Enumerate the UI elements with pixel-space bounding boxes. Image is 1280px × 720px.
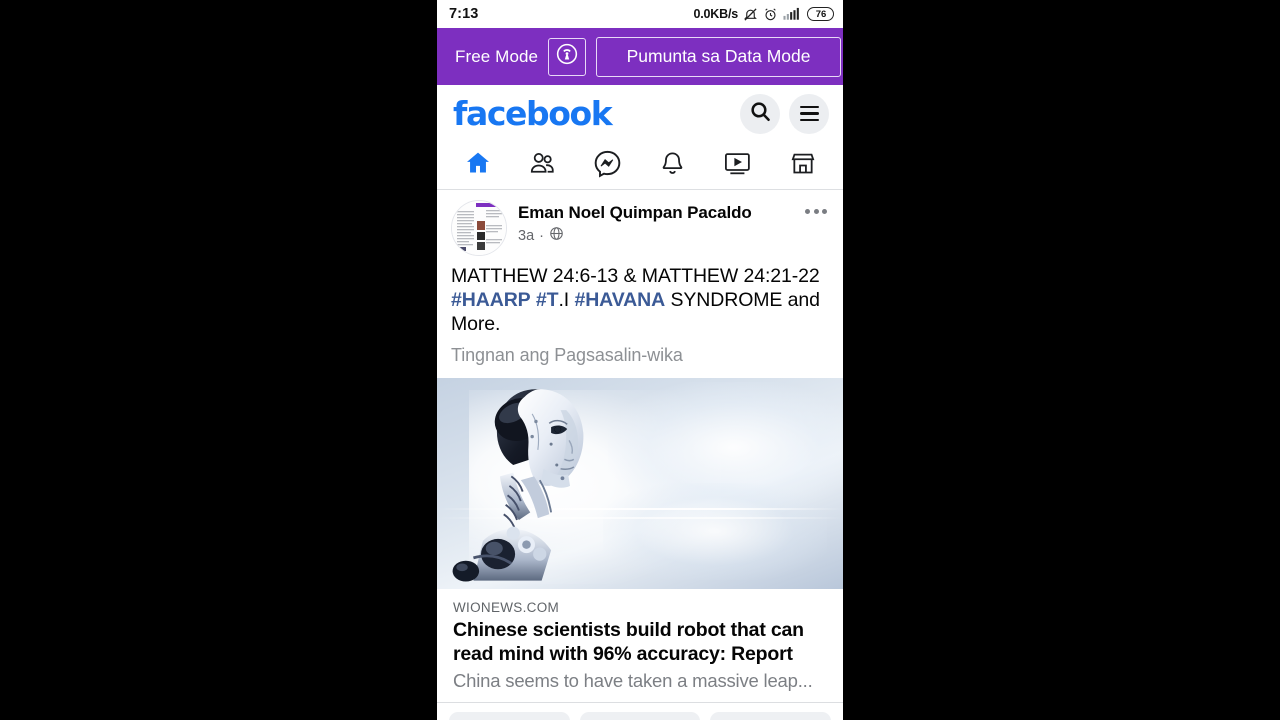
menu-button[interactable] xyxy=(789,93,829,134)
screen-root: 7:13 0.0KB/s 76 Free Mode Pumunta sa Dat… xyxy=(0,0,1280,720)
signal-bars-icon xyxy=(783,7,802,21)
nav-tab-watch[interactable] xyxy=(712,146,764,186)
marketplace-store-icon xyxy=(789,150,817,182)
status-right-group: 0.0KB/s 76 xyxy=(694,7,834,22)
nav-tab-home[interactable] xyxy=(452,146,504,186)
video-play-icon xyxy=(723,150,752,182)
post-text: MATTHEW 24:6-13 & MATTHEW 24:21-22 #HAAR… xyxy=(437,260,843,337)
three-dots-menu-icon[interactable] xyxy=(805,200,829,214)
nav-tab-marketplace[interactable] xyxy=(777,146,829,186)
nav-tab-notifications[interactable] xyxy=(647,146,699,186)
status-time: 7:13 xyxy=(449,6,479,22)
hashtag-havana[interactable]: #HAVANA xyxy=(574,289,665,311)
hamburger-menu-icon xyxy=(799,105,819,122)
home-icon xyxy=(464,149,492,182)
share-button-placeholder[interactable] xyxy=(710,711,832,720)
user-avatar-document-thumbnail xyxy=(452,201,506,255)
network-speed-text: 0.0KB/s xyxy=(693,7,739,21)
like-button-placeholder[interactable] xyxy=(449,711,570,720)
header-actions xyxy=(740,93,829,134)
post-timestamp[interactable]: 3a xyxy=(518,228,534,244)
status-bar: 7:13 0.0KB/s 76 xyxy=(437,0,843,28)
link-domain: WIONEWS.COM xyxy=(453,599,560,615)
post-author-name[interactable]: Eman Noel Quimpan Pacaldo xyxy=(518,203,794,223)
bell-icon xyxy=(659,150,686,182)
go-to-data-mode-button[interactable]: Pumunta sa Data Mode xyxy=(596,36,841,77)
facebook-header: facebook xyxy=(437,85,843,142)
hashtag-ti[interactable]: #T xyxy=(536,289,559,311)
link-title: Chinese scientists build robot that can … xyxy=(453,618,804,666)
nav-tab-friends[interactable] xyxy=(517,146,569,186)
free-mode-label: Free Mode xyxy=(455,46,539,66)
messenger-icon xyxy=(593,149,622,183)
broadcast-signal-icon xyxy=(556,43,578,70)
battery-indicator: 76 xyxy=(807,7,834,21)
comment-button-placeholder[interactable] xyxy=(579,711,701,720)
search-button[interactable] xyxy=(740,93,780,134)
link-preview-card[interactable]: WIONEWS.COM Chinese scientists build rob… xyxy=(437,588,843,703)
post-header: Eman Noel Quimpan Pacaldo 3a · xyxy=(437,190,843,260)
post-photo[interactable] xyxy=(437,377,843,589)
broadcast-signal-button[interactable] xyxy=(548,37,587,76)
search-icon xyxy=(749,100,772,128)
phone-viewport: 7:13 0.0KB/s 76 Free Mode Pumunta sa Dat… xyxy=(437,0,843,720)
link-description: China seems to have taken a massive leap… xyxy=(453,669,813,691)
nav-tab-messenger[interactable] xyxy=(582,146,634,186)
free-mode-banner: Free Mode Pumunta sa Data Mode xyxy=(437,28,843,85)
feed-post: Eman Noel Quimpan Pacaldo 3a · MATTHEW 2… xyxy=(437,190,843,720)
robot-illustration xyxy=(452,388,584,582)
hashtag-ti-suffix: .I xyxy=(558,289,570,312)
post-meta: Eman Noel Quimpan Pacaldo 3a · xyxy=(518,200,794,245)
post-text-line1: MATTHEW 24:6-13 & MATTHEW 24:21-22 xyxy=(451,265,820,287)
alarm-clock-icon xyxy=(763,7,778,22)
avatar[interactable] xyxy=(451,200,507,256)
main-nav-tabs xyxy=(437,142,843,190)
post-subline: 3a · xyxy=(518,226,794,245)
post-separator: · xyxy=(539,227,544,244)
post-action-bar xyxy=(437,702,843,720)
see-translation-link[interactable]: Tingnan ang Pagsasalin-wika xyxy=(437,337,843,378)
friends-icon xyxy=(528,149,557,183)
facebook-logo[interactable]: facebook xyxy=(453,97,613,130)
hashtag-haarp[interactable]: #HAARP xyxy=(451,289,531,311)
globe-public-icon xyxy=(549,226,564,245)
bell-muted-icon xyxy=(743,7,758,22)
